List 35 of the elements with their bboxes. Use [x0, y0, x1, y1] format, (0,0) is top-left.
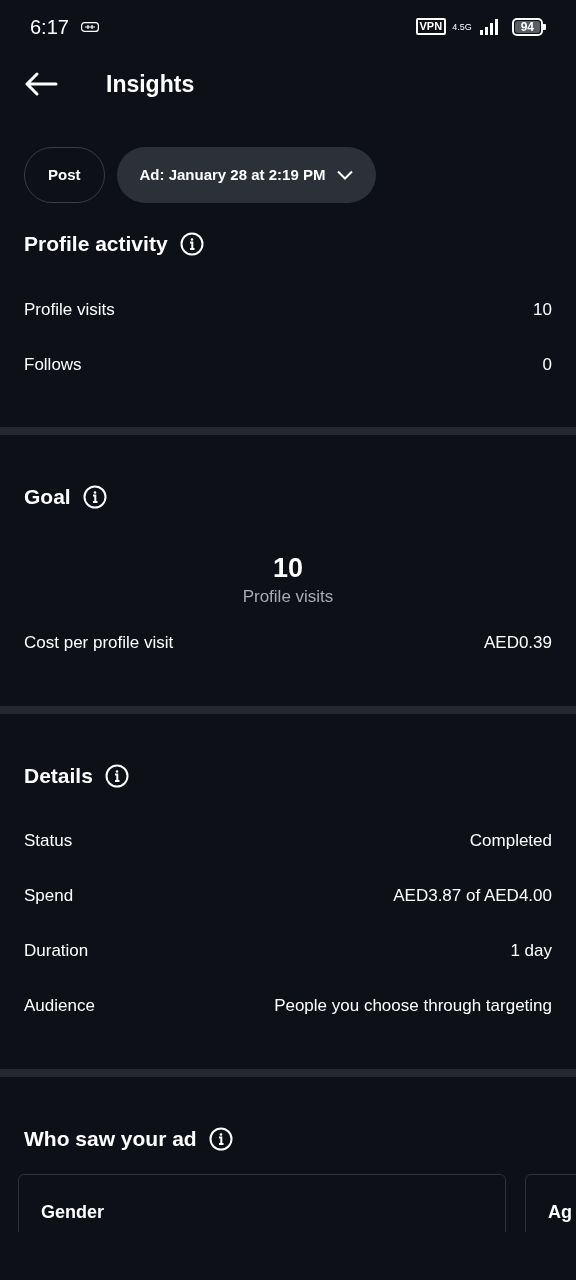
status-time: 6:17: [30, 14, 69, 40]
filter-chip[interactable]: Ad: January 28 at 2:19 PM: [116, 147, 377, 203]
row-label: Audience: [24, 995, 95, 1018]
info-icon[interactable]: [208, 1126, 233, 1151]
metric-value: 10: [272, 552, 303, 584]
card-title: Gender: [41, 1201, 105, 1222]
metric-label: Profile visits: [242, 586, 334, 608]
notification-icon: [80, 21, 99, 32]
card-title: Ag: [548, 1201, 572, 1222]
row-value: AED0.39: [483, 632, 552, 655]
row-value: 10: [533, 298, 552, 321]
row-label: Status: [24, 830, 73, 853]
row-label: Spend: [24, 885, 74, 908]
row-value: Completed: [469, 830, 552, 853]
battery-level: 94: [514, 20, 540, 33]
row-label: Cost per profile visit: [24, 632, 174, 655]
row-value: 1 day: [510, 940, 552, 963]
network-type: 4.5G: [452, 21, 472, 32]
back-icon[interactable]: [24, 72, 58, 96]
section-title: Who saw your ad: [24, 1125, 197, 1152]
row-label: Follows: [24, 353, 82, 376]
row-value: People you choose through targeting: [274, 995, 552, 1018]
info-icon[interactable]: [104, 763, 129, 788]
row-label: Profile visits: [24, 298, 115, 321]
vpn-badge: VPN: [415, 18, 447, 35]
signal-icon: [477, 18, 500, 35]
section-title: Profile activity: [24, 231, 168, 258]
section-title: Goal: [24, 484, 71, 511]
page-title: Insights: [106, 69, 195, 99]
section-title: Details: [24, 762, 93, 789]
row-value: AED3.87 of AED4.00: [393, 885, 552, 908]
info-icon[interactable]: [82, 485, 107, 509]
info-icon[interactable]: [179, 232, 204, 256]
row-value: 0: [542, 353, 552, 376]
row-label: Duration: [24, 940, 89, 963]
